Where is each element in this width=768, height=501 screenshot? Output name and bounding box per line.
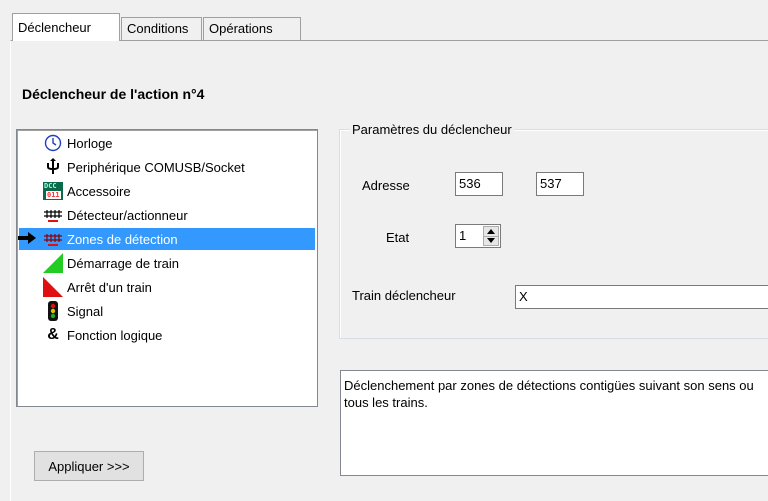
tab-operations[interactable]: Opérations: [203, 17, 301, 40]
parameters-legend: Paramètres du déclencheur: [350, 122, 514, 137]
list-item-label: Arrêt d'un train: [67, 279, 152, 295]
clock-icon: [41, 134, 65, 152]
adresse-field-2[interactable]: 537: [536, 172, 584, 196]
dcc-accessory-icon: DCC 011: [41, 182, 65, 200]
list-item-label: Zones de détection: [67, 231, 178, 247]
list-item-demarrage[interactable]: Démarrage de train: [19, 252, 315, 274]
list-item-label: Periphérique COMUSB/Socket: [67, 159, 245, 175]
description-text: Déclenchement par zones de détections co…: [340, 370, 768, 476]
list-item-zones-detection[interactable]: Zones de détection: [17, 228, 315, 250]
arrow-right-icon: [17, 230, 37, 249]
etat-spin-buttons[interactable]: [483, 226, 499, 246]
list-item-label: Horloge: [67, 135, 113, 151]
spin-down-icon[interactable]: [483, 236, 499, 246]
list-item-label: Détecteur/actionneur: [67, 207, 188, 223]
train-declencheur-label: Train déclencheur: [352, 288, 456, 303]
logic-function-icon: &: [41, 326, 65, 344]
list-item-peripherique[interactable]: Periphérique COMUSB/Socket: [19, 156, 315, 178]
detection-zone-icon: [41, 230, 65, 248]
dcc-icon-top-text: DCC: [44, 182, 57, 190]
usb-icon: [41, 158, 65, 176]
spin-up-icon[interactable]: [483, 226, 499, 237]
train-stop-icon: [41, 277, 65, 297]
adresse-label: Adresse: [362, 178, 410, 193]
signal-icon: [41, 301, 65, 321]
list-item-detecteur[interactable]: Détecteur/actionneur: [19, 204, 315, 226]
train-declencheur-field[interactable]: X: [515, 285, 768, 309]
dcc-icon-bottom-text: 011: [46, 191, 61, 199]
list-item-label: Accessoire: [67, 183, 131, 199]
apply-button[interactable]: Appliquer >>>: [34, 451, 144, 481]
etat-label: Etat: [386, 230, 410, 245]
tab-declencheur[interactable]: Déclencheur: [12, 13, 120, 41]
trigger-listbox[interactable]: Horloge Periphérique COMUSB/Socket DCC 0…: [16, 129, 318, 407]
list-item-horloge[interactable]: Horloge: [19, 132, 315, 154]
detector-icon: [41, 206, 65, 224]
list-item-label: Fonction logique: [67, 327, 163, 343]
list-item-label: Signal: [67, 303, 104, 319]
adresse-field-1[interactable]: 536: [455, 172, 503, 196]
train-start-icon: [41, 253, 65, 273]
tab-conditions[interactable]: Conditions: [121, 17, 202, 40]
etat-value: 1: [459, 228, 467, 243]
list-item-accessoire[interactable]: DCC 011 Accessoire: [19, 180, 315, 202]
logic-icon-text: &: [47, 326, 59, 343]
list-item-arret[interactable]: Arrêt d'un train: [19, 276, 315, 298]
page-title: Déclencheur de l'action n°4: [22, 86, 205, 102]
list-item-label: Démarrage de train: [67, 255, 179, 271]
etat-spinbox[interactable]: 1: [455, 224, 501, 248]
list-item-signal[interactable]: Signal: [19, 300, 315, 322]
list-item-fonction-logique[interactable]: & Fonction logique: [19, 324, 315, 346]
